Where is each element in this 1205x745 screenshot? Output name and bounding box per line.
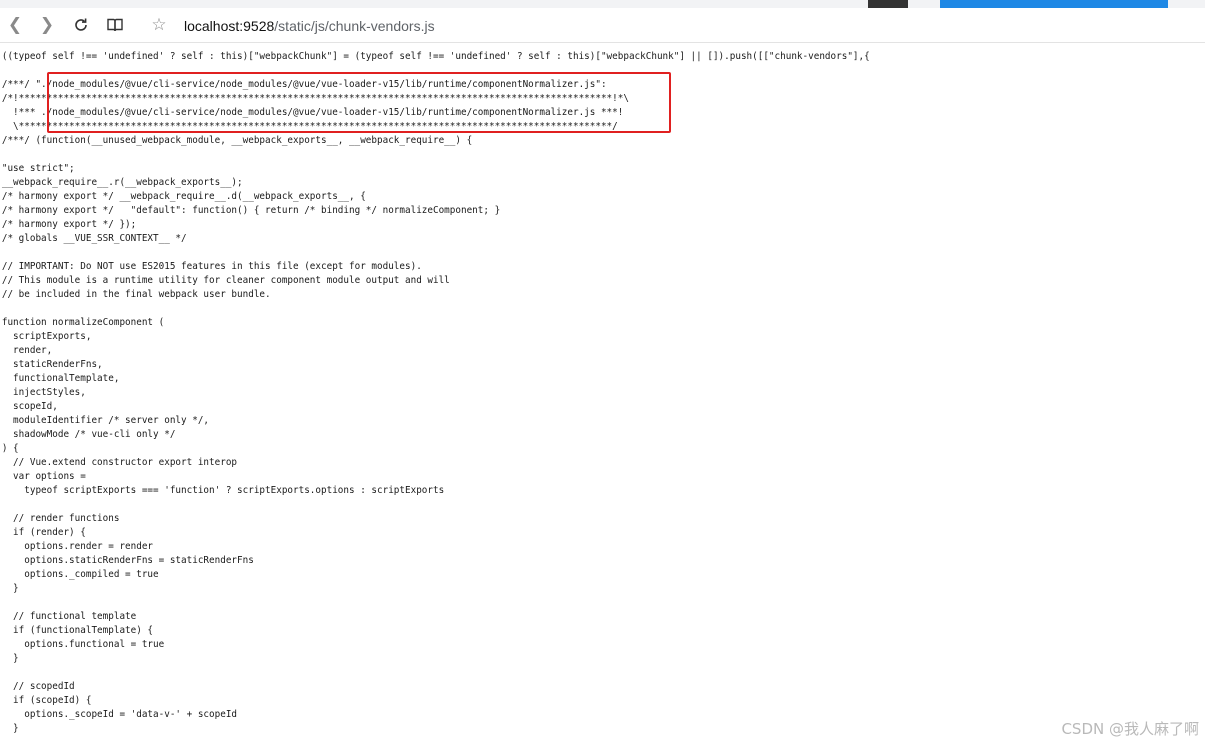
code-line: if (scopeId) { bbox=[1, 695, 92, 706]
code-line: // functional template bbox=[1, 611, 137, 622]
code-line: injectStyles, bbox=[1, 387, 86, 398]
favorite-button[interactable]: ☆ bbox=[146, 12, 172, 38]
code-line: // scopedId bbox=[1, 681, 75, 692]
code-line: } bbox=[1, 653, 19, 664]
code-line: moduleIdentifier /* server only */, bbox=[1, 415, 210, 426]
star-icon: ☆ bbox=[151, 15, 167, 35]
chevron-left-icon: ❮ bbox=[7, 15, 23, 35]
active-tab-accent[interactable] bbox=[940, 0, 1168, 8]
code-line: options.render = render bbox=[1, 541, 154, 552]
browser-toolbar: ❮ ❯ ☆ localhost:9528/static/js/chunk-ven… bbox=[0, 8, 1205, 43]
js-source-view: ((typeof self !== 'undefined' ? self : t… bbox=[0, 50, 1118, 736]
code-line: } bbox=[1, 583, 19, 594]
tab-strip-button[interactable] bbox=[868, 0, 908, 8]
code-line: // render functions bbox=[1, 513, 120, 524]
code-line: /***/ "./node_modules/@vue/cli-service/n… bbox=[1, 79, 607, 90]
code-line: shadowMode /* vue-cli only */ bbox=[1, 429, 176, 440]
code-line: // IMPORTANT: Do NOT use ES2015 features… bbox=[1, 261, 422, 272]
url-host: localhost:9528 bbox=[184, 18, 275, 34]
code-line: options._scopeId = 'data-v-' + scopeId bbox=[1, 709, 238, 720]
browser-tab-strip bbox=[0, 0, 1205, 8]
code-line: scopeId, bbox=[1, 401, 58, 412]
reader-view-icon bbox=[107, 18, 123, 32]
watermark: CSDN @我人麻了啊 bbox=[1061, 720, 1199, 738]
reload-button[interactable] bbox=[68, 12, 94, 38]
code-line: /* globals __VUE_SSR_CONTEXT__ */ bbox=[1, 233, 187, 244]
code-line: options.functional = true bbox=[1, 639, 165, 650]
code-line: } bbox=[1, 723, 19, 734]
address-bar[interactable]: localhost:9528/static/js/chunk-vendors.j… bbox=[184, 16, 435, 36]
reload-icon bbox=[75, 18, 87, 31]
code-line: staticRenderFns, bbox=[1, 359, 103, 370]
reader-view-button[interactable] bbox=[102, 12, 128, 38]
code-line: /*!*************************************… bbox=[1, 93, 629, 104]
code-line: if (functionalTemplate) { bbox=[1, 625, 154, 636]
code-line: // This module is a runtime utility for … bbox=[1, 275, 450, 286]
back-button[interactable]: ❮ bbox=[2, 12, 28, 38]
url-path: /static/js/chunk-vendors.js bbox=[274, 18, 435, 34]
code-line: options._compiled = true bbox=[1, 569, 159, 580]
code-line: !*** ./node_modules/@vue/cli-service/nod… bbox=[1, 107, 624, 118]
code-line: render, bbox=[1, 345, 53, 356]
code-line: functionalTemplate, bbox=[1, 373, 120, 384]
code-line: function normalizeComponent ( bbox=[1, 317, 165, 328]
code-line: /* harmony export */ "default": function… bbox=[1, 205, 501, 216]
code-line: "use strict"; bbox=[1, 163, 75, 174]
code-line: /* harmony export */ __webpack_require__… bbox=[1, 191, 366, 202]
code-line: __webpack_require__.r(__webpack_exports_… bbox=[1, 177, 243, 188]
code-line: /* harmony export */ }); bbox=[1, 219, 137, 230]
chevron-right-icon: ❯ bbox=[39, 15, 55, 35]
code-line: if (render) { bbox=[1, 527, 86, 538]
code-line: ((typeof self !== 'undefined' ? self : t… bbox=[1, 51, 870, 62]
code-line: typeof scriptExports === 'function' ? sc… bbox=[1, 485, 445, 496]
code-line: var options = bbox=[1, 471, 86, 482]
code-line: // be included in the final webpack user… bbox=[1, 289, 271, 300]
code-line: \***************************************… bbox=[1, 121, 618, 132]
code-line: ) { bbox=[1, 443, 19, 454]
forward-button[interactable]: ❯ bbox=[34, 12, 60, 38]
code-line: options.staticRenderFns = staticRenderFn… bbox=[1, 555, 254, 566]
code-line: // Vue.extend constructor export interop bbox=[1, 457, 238, 468]
code-line: scriptExports, bbox=[1, 331, 92, 342]
code-line: /***/ (function(__unused_webpack_module,… bbox=[1, 135, 473, 146]
